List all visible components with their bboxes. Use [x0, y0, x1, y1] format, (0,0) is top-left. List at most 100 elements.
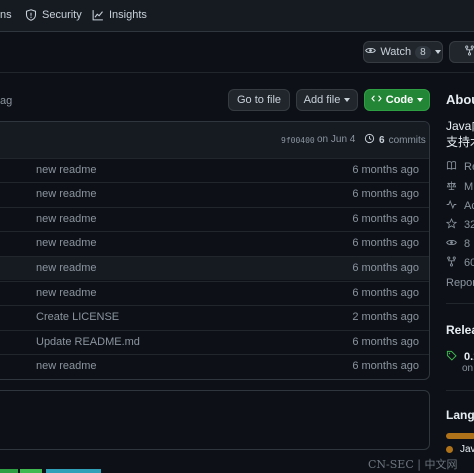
history-icon [364, 133, 375, 147]
footer-strip-blue [46, 469, 101, 473]
file-row[interactable]: new readme 6 months ago [0, 182, 429, 206]
release-date: on [462, 363, 474, 374]
commit-age: 6 months ago [352, 237, 419, 249]
forks-count: 60 [464, 257, 474, 269]
file-row[interactable]: new readme 6 months ago [0, 354, 429, 378]
commit-age: 6 months ago [352, 287, 419, 299]
footer-strip-green [0, 469, 18, 473]
stars-link[interactable]: 32 [445, 218, 474, 232]
watch-count: 8 [415, 45, 431, 59]
commit-message[interactable]: new readme [36, 164, 97, 176]
book-icon [446, 160, 457, 174]
language-name: Jav [460, 444, 474, 455]
footer-strip-green-light [20, 469, 42, 473]
commit-age: 6 months ago [352, 188, 419, 200]
languages-heading: Langu [446, 408, 474, 422]
watchers-link[interactable]: 8 [446, 237, 470, 251]
commit-message[interactable]: new readme [36, 213, 97, 225]
commit-age: 6 months ago [352, 164, 419, 176]
about-description: Java内 支持木 [446, 118, 474, 150]
commit-message[interactable]: Update README.md [36, 336, 140, 348]
about-desc-line: Java内 [446, 119, 474, 133]
shield-icon [25, 9, 37, 21]
file-row[interactable]: new readme 6 months ago [0, 281, 429, 305]
file-row[interactable]: new readme 6 months ago [0, 207, 429, 231]
readme-link[interactable]: Re [446, 160, 474, 174]
go-to-file-label: Go to file [236, 94, 282, 106]
file-row[interactable]: new readme 6 months ago [0, 231, 429, 255]
java-dot-icon [446, 446, 453, 453]
commit-age: 6 months ago [352, 262, 419, 274]
about-desc-line: 支持木 [446, 135, 474, 149]
latest-commit-bar: 9f00400 on Jun 4 6 commits [0, 122, 429, 159]
repo-subheader: Watch 8 [0, 32, 474, 73]
report-link[interactable]: Report [446, 277, 474, 289]
code-icon [371, 93, 382, 107]
cnsec-watermark: CN-SEC | 中文网 [368, 458, 458, 471]
commits-link[interactable]: 6 commits [364, 133, 426, 147]
sidebar-divider [446, 390, 474, 391]
releases-heading[interactable]: Releas [446, 323, 474, 337]
commit-age: 6 months ago [352, 336, 419, 348]
add-file-label: Add file [303, 94, 341, 106]
language-item[interactable]: Jav [446, 444, 474, 455]
commits-label: commits [388, 134, 426, 146]
fork-button[interactable] [449, 41, 474, 63]
license-link[interactable]: MI [446, 180, 474, 194]
watchers-count: 8 [464, 238, 471, 250]
release-tag: 0.1 [464, 351, 474, 363]
file-row[interactable]: Update README.md 6 months ago [0, 330, 429, 354]
nav-actions[interactable]: ns [0, 9, 12, 21]
add-file-button[interactable]: Add file [296, 89, 358, 111]
chevron-down-icon [344, 98, 351, 102]
nav-actions-label: ns [0, 9, 12, 21]
watch-button[interactable]: Watch 8 [363, 41, 443, 63]
report-label: Report [446, 277, 474, 289]
fork-icon [446, 256, 457, 270]
about-heading: About [446, 92, 474, 107]
nav-security[interactable]: Security [25, 9, 82, 21]
eye-icon [365, 45, 377, 59]
tag-icon [446, 350, 457, 364]
commit-age: 6 months ago [352, 360, 419, 372]
language-bar [446, 433, 474, 439]
commit-hash[interactable]: 9f00400 [281, 136, 315, 145]
file-row[interactable]: new readme 6 months ago [0, 256, 429, 280]
commit-message[interactable]: new readme [36, 360, 97, 372]
license-label: MI [464, 181, 474, 193]
sidebar-divider [446, 303, 474, 304]
nav-security-label: Security [42, 9, 82, 21]
nav-insights[interactable]: Insights [92, 9, 147, 21]
commit-date: on Jun 4 [317, 134, 356, 145]
star-icon [445, 218, 458, 232]
activity-link[interactable]: Ac [446, 199, 474, 213]
release-item[interactable]: 0.1 [446, 350, 474, 364]
readme-box [0, 390, 430, 450]
chevron-down-icon [417, 98, 424, 102]
scale-icon [446, 180, 457, 194]
commit-count: 6 [379, 134, 385, 146]
pulse-icon [446, 199, 457, 213]
file-row[interactable]: Create LICENSE 2 months ago [0, 305, 429, 329]
activity-label: Ac [464, 200, 474, 212]
graph-icon [92, 9, 104, 21]
readme-link-label: Re [464, 161, 474, 173]
commit-message[interactable]: new readme [36, 262, 97, 274]
commit-message[interactable]: new readme [36, 188, 97, 200]
code-button[interactable]: Code [364, 89, 430, 111]
file-list-panel: 9f00400 on Jun 4 6 commits new readme 6 … [0, 121, 430, 380]
commit-message[interactable]: Create LICENSE [36, 311, 119, 323]
file-row[interactable]: new readme 6 months ago [0, 158, 429, 182]
commit-message[interactable]: new readme [36, 287, 97, 299]
chevron-down-icon [434, 50, 441, 54]
tags-link[interactable]: ag [0, 95, 12, 107]
commit-age: 2 months ago [352, 311, 419, 323]
stars-count: 32 [464, 219, 474, 231]
commit-age: 6 months ago [352, 213, 419, 225]
commit-message[interactable]: new readme [36, 237, 97, 249]
fork-icon [464, 45, 474, 59]
go-to-file-button[interactable]: Go to file [228, 89, 290, 111]
watch-label: Watch [380, 46, 412, 58]
forks-link[interactable]: 60 [446, 256, 474, 270]
eye-icon [446, 237, 457, 251]
